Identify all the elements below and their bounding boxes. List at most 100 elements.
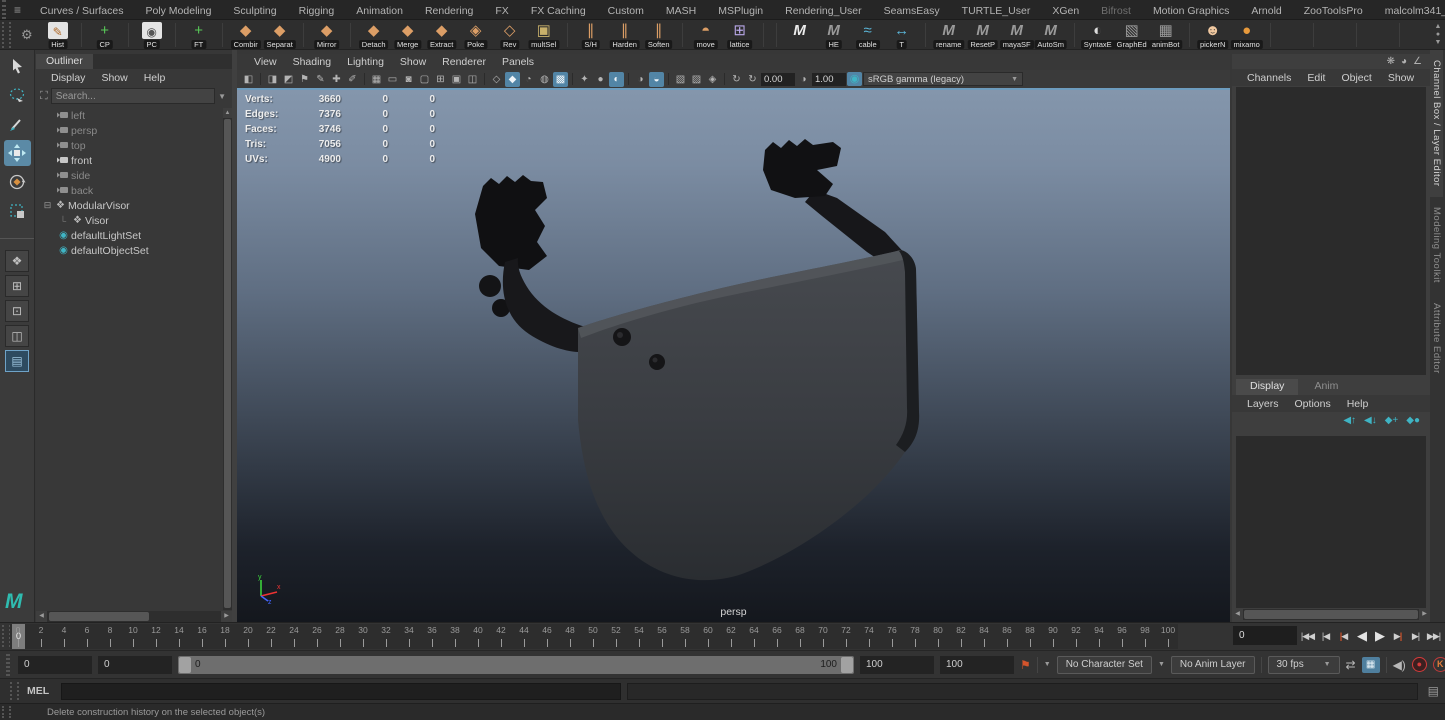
step-forward-frame-button[interactable]: ▶| xyxy=(1407,625,1424,647)
shelf-button-mixamo[interactable]: ●mixamo xyxy=(1230,21,1264,49)
field-chart-icon[interactable]: ⊞ xyxy=(433,72,448,87)
outliner-item-front[interactable]: front xyxy=(36,153,223,168)
menu-renderer[interactable]: Renderer xyxy=(435,55,493,69)
pose-icon[interactable]: ❋ xyxy=(1387,56,1395,67)
create-bookmark-icon[interactable]: ⚑ xyxy=(1020,658,1031,672)
new-empty-layer-icon[interactable]: ◆+ xyxy=(1385,415,1399,426)
exposure-icon[interactable]: ↻ xyxy=(745,72,760,87)
motion-blur-icon[interactable]: ◑ xyxy=(633,72,648,87)
time-ruler[interactable]: 0 02468101214161820222426283032343638404… xyxy=(10,624,1178,649)
shelf-tab-motion-graphics[interactable]: Motion Graphics xyxy=(1142,2,1240,19)
range-end-handle[interactable] xyxy=(841,657,853,673)
side-tab-channel-box-layer-editor[interactable]: Channel Box / Layer Editor xyxy=(1430,50,1443,197)
scroll-left-icon[interactable]: ◀ xyxy=(36,611,47,622)
shelf-button-rev[interactable]: ◇Rev xyxy=(493,21,527,49)
hypershade-icon[interactable]: ◕ xyxy=(1401,56,1407,67)
menu-channels[interactable]: Channels xyxy=(1240,71,1298,85)
shelf-button-multsel[interactable]: ▣multSel xyxy=(527,21,561,49)
outliner-tab[interactable]: Outliner xyxy=(36,54,93,69)
move-layer-down-icon[interactable]: ◀↓ xyxy=(1364,415,1377,426)
shelf-button-rename[interactable]: Mrename xyxy=(932,21,966,49)
shelf-button-cp[interactable]: +CP xyxy=(88,21,122,49)
lasso-tool[interactable] xyxy=(4,82,31,108)
shelf-button-move[interactable]: ◓move xyxy=(689,21,723,49)
gamma-field[interactable]: 1.00 xyxy=(812,73,846,86)
safe-action-icon[interactable]: ▣ xyxy=(449,72,464,87)
drag-handle[interactable] xyxy=(10,682,19,700)
scroll-right-icon[interactable]: ▶ xyxy=(221,611,232,622)
shelf-button-pickern[interactable]: ☻pickerN xyxy=(1196,21,1230,49)
character-set-menu-icon[interactable]: ▼ xyxy=(1044,661,1051,668)
go-to-end-button[interactable]: ▶▶| xyxy=(1425,625,1442,647)
animation-end-field[interactable]: 100 xyxy=(940,656,1014,674)
auto-keyframe-icon[interactable]: K xyxy=(1433,657,1445,672)
shelf-button-syntaxe[interactable]: ◐SyntaxE xyxy=(1081,21,1115,49)
menu-show[interactable]: Show xyxy=(1381,71,1421,85)
viewport-canvas[interactable]: Verts:366000Edges:737600Faces:374600Tris… xyxy=(237,90,1230,622)
step-back-frame-button[interactable]: |◀ xyxy=(1317,625,1334,647)
pane-pair-a-layout[interactable]: ⊞ xyxy=(5,275,29,297)
shelf-button-soften[interactable]: ∥Soften xyxy=(642,21,676,49)
fps-dropdown[interactable]: 30 fps ▼ xyxy=(1268,656,1340,674)
outliner-item-back[interactable]: back xyxy=(36,183,223,198)
step-back-key-button[interactable]: |◀ xyxy=(1335,625,1352,647)
menu-display[interactable]: Display xyxy=(44,71,92,85)
menu-help[interactable]: Help xyxy=(137,71,173,85)
shelf-tab-arnold[interactable]: Arnold xyxy=(1240,2,1292,19)
shelf-button-lattice[interactable]: ⊞lattice xyxy=(723,21,757,49)
shelf-button-hist[interactable]: ✎Hist xyxy=(41,21,75,49)
shelf-button-ft[interactable]: +FT xyxy=(182,21,216,49)
command-line-input[interactable] xyxy=(61,683,621,700)
record-icon[interactable]: ● xyxy=(1412,657,1427,672)
shelf-menu-icon[interactable]: ≡ xyxy=(8,3,29,19)
2d-pan-zoom-icon[interactable]: ✚ xyxy=(329,72,344,87)
outliner-item-side[interactable]: side xyxy=(36,168,223,183)
screen-space-ao-icon[interactable]: ◐ xyxy=(609,72,624,87)
wireframe-icon[interactable]: ◇ xyxy=(489,72,504,87)
scale-tool[interactable] xyxy=(4,198,31,224)
step-forward-key-button[interactable]: ▶| xyxy=(1389,625,1406,647)
backface-icon[interactable]: ◈ xyxy=(705,72,720,87)
grease-pencil-icon[interactable]: ✐ xyxy=(345,72,360,87)
shelf-tab-rigging[interactable]: Rigging xyxy=(288,2,346,19)
shelf-tab-mash[interactable]: MASH xyxy=(655,2,707,19)
shelf-tab-turtle-user[interactable]: TURTLE_User xyxy=(951,2,1042,19)
anim-layer-menu-icon[interactable]: ▼ xyxy=(1158,661,1165,668)
shelf-button-mirror[interactable]: ◆Mirror xyxy=(310,21,344,49)
shelf-tab-sculpting[interactable]: Sculpting xyxy=(222,2,287,19)
scroll-right-icon[interactable]: ▶ xyxy=(1419,609,1430,620)
outliner-horizontal-scrollbar[interactable]: ◀ ▶ xyxy=(36,611,232,622)
expand-collapse-icon[interactable]: ⊟ xyxy=(42,200,53,211)
shelf-button-t[interactable]: ↔T xyxy=(885,21,919,49)
outliner-item-left[interactable]: left xyxy=(36,108,223,123)
range-start-handle[interactable] xyxy=(179,657,191,673)
shelf-button-harden[interactable]: ∥Harden xyxy=(608,21,642,49)
shelf-button-poke[interactable]: ◈Poke xyxy=(459,21,493,49)
shelf-tab-animation[interactable]: Animation xyxy=(345,2,414,19)
shelf-tab-custom[interactable]: Custom xyxy=(597,2,655,19)
shelf-button-detach[interactable]: ◆Detach xyxy=(357,21,391,49)
gate-mask-icon[interactable]: ▢ xyxy=(417,72,432,87)
script-editor-icon[interactable]: ▤ xyxy=(1428,684,1439,698)
outliner-item-modularvisor[interactable]: ⊟❖ModularVisor xyxy=(36,198,223,213)
scroll-down-icon[interactable]: ▼ xyxy=(1435,39,1442,47)
outliner-item-defaultobjectset[interactable]: ◉defaultObjectSet xyxy=(36,243,223,258)
safe-title-icon[interactable]: ◫ xyxy=(465,72,480,87)
image-plane-icon[interactable]: ✎ xyxy=(313,72,328,87)
rotate-tool[interactable] xyxy=(4,169,31,195)
new-layer-from-selected-icon[interactable]: ◆● xyxy=(1406,415,1420,426)
menu-shading[interactable]: Shading xyxy=(286,55,339,69)
shelf-tab-fx[interactable]: FX xyxy=(484,2,519,19)
go-to-start-button[interactable]: |◀◀ xyxy=(1299,625,1316,647)
joints-xray-icon[interactable]: ▨ xyxy=(689,72,704,87)
command-line-result[interactable] xyxy=(627,683,1418,700)
drag-handle[interactable] xyxy=(2,706,11,718)
two-pane-layout[interactable]: ◫ xyxy=(5,325,29,347)
layer-tab-anim[interactable]: Anim xyxy=(1300,379,1352,395)
resolution-gate-icon[interactable]: ◙ xyxy=(401,72,416,87)
shadows-icon[interactable]: ● xyxy=(593,72,608,87)
menu-show[interactable]: Show xyxy=(94,71,134,85)
command-line-language-label[interactable]: MEL xyxy=(27,685,55,697)
channel-box-horizontal-scrollbar[interactable]: ◀ ▶ xyxy=(1232,609,1430,620)
search-input[interactable] xyxy=(51,88,215,104)
